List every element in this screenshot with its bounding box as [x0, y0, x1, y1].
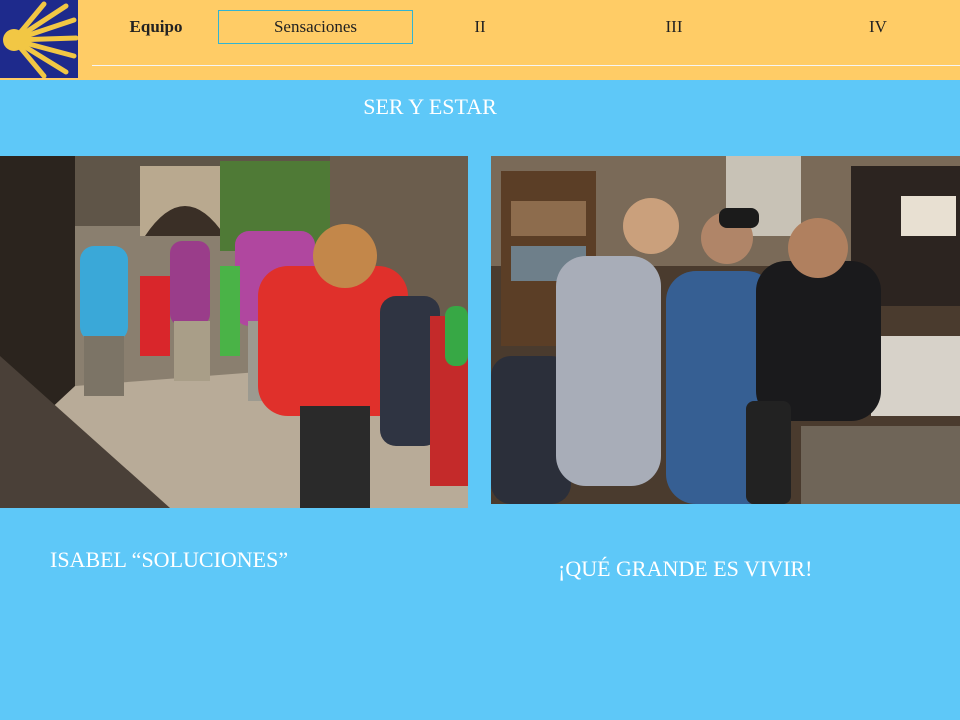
scallop-shell-icon[interactable] [0, 0, 79, 79]
nav-item-iv[interactable]: IV [860, 10, 896, 44]
top-navigation-bar: Equipo Sensaciones II III IV [0, 0, 960, 80]
nav-item-sensaciones[interactable]: Sensaciones [218, 10, 413, 44]
topbar-divider [92, 65, 960, 66]
photo-three-men-portrait [491, 156, 960, 504]
page-heading: SER Y ESTAR [363, 94, 497, 119]
nav-item-ii[interactable]: II [462, 10, 498, 44]
nav-item-iii[interactable]: III [656, 10, 692, 44]
caption-left: ISABEL “SOLUCIONES” [50, 547, 289, 572]
photo-group-dancing [0, 156, 468, 508]
nav-item-equipo[interactable]: Equipo [118, 10, 194, 44]
caption-right: ¡QUÉ GRANDE ES VIVIR! [558, 556, 813, 581]
